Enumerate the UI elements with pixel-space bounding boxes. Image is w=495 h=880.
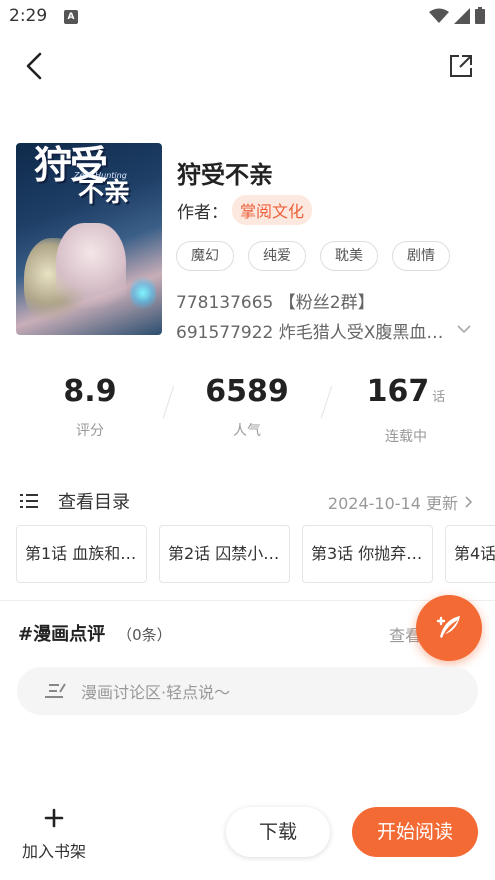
chapter-list: 第1话 血族和猎人 第2话 囚禁小猎人 第3话 你抛弃了我 第4话 [16, 525, 495, 583]
section-divider [0, 600, 495, 601]
chapter-count-stat: 167 话 连载中 [336, 372, 476, 446]
serial-status: 连载中 [385, 429, 427, 445]
rating-value: 8.9 [63, 374, 117, 409]
popularity-value: 6589 [205, 374, 289, 409]
chevron-right-icon [465, 496, 473, 508]
comment-count: （0条） [117, 626, 172, 644]
book-cover[interactable]: 狩受 Zero Hunting 不亲 [16, 143, 162, 335]
tag[interactable]: 魔幻 [176, 241, 234, 271]
tag[interactable]: 耽美 [320, 241, 378, 271]
start-reading-button[interactable]: 开始阅读 [352, 807, 478, 857]
chevron-down-icon[interactable] [455, 320, 473, 338]
chapter-count-unit: 话 [432, 390, 446, 405]
back-button[interactable] [18, 50, 50, 82]
author-row: 作者： 掌阅文化 [177, 195, 313, 225]
chapter-item[interactable]: 第3话 你抛弃了我 [302, 525, 433, 583]
status-bar: 2:29 A [0, 0, 495, 34]
add-to-shelf-label: 加入书架 [21, 842, 86, 861]
author-link[interactable]: 掌阅文化 [232, 195, 313, 225]
feather-pen-icon [436, 616, 460, 638]
cover-figure [56, 223, 126, 323]
cover-butterfly [130, 273, 156, 313]
write-comment-button[interactable] [416, 595, 482, 661]
chapter-item[interactable]: 第1话 血族和猎人 [16, 525, 147, 583]
catalog-row[interactable]: 查看目录 2024-10-14 更新 [20, 488, 476, 514]
wifi-icon [429, 8, 449, 23]
share-button[interactable] [445, 50, 477, 82]
author-label: 作者： [177, 202, 228, 223]
list-icon [20, 494, 38, 508]
plus-icon [44, 808, 64, 828]
chapter-item[interactable]: 第2话 囚禁小猎人 [159, 525, 290, 583]
battery-icon [475, 7, 485, 24]
bottom-bar: 加入书架 下载 开始阅读 [0, 800, 495, 880]
stats-row: 8.9 评分 6589 人气 167 话 连载中 [0, 372, 495, 445]
status-icons [429, 7, 485, 24]
notification-icon: A [64, 10, 78, 24]
rating-stat: 8.9 评分 [20, 372, 160, 440]
tag-list: 魔幻 纯爱 耽美 剧情 [176, 241, 450, 271]
back-arrow-icon [26, 52, 42, 80]
edit-list-icon [45, 683, 66, 698]
share-icon [450, 55, 472, 77]
tag[interactable]: 纯爱 [248, 241, 306, 271]
comment-input[interactable]: 漫画讨论区·轻点说～ [17, 667, 478, 715]
intro-text: 691577922 炸毛猎人受X腹黑血族攻 [176, 323, 446, 343]
rating-label: 评分 [76, 423, 104, 439]
update-date: 2024-10-14 更新 [327, 494, 458, 513]
chapter-count-value: 167 [366, 374, 430, 409]
add-to-shelf-button[interactable]: 加入书架 [16, 808, 92, 862]
update-info: 2024-10-14 更新 [328, 490, 476, 514]
comment-title: #漫画点评 [18, 624, 106, 645]
book-title: 狩受不亲 [177, 161, 273, 189]
chapter-item[interactable]: 第4话 [445, 525, 495, 583]
catalog-label: 查看目录 [58, 492, 130, 513]
comment-placeholder: 漫画讨论区·轻点说～ [81, 683, 231, 702]
status-time: 2:29 [9, 6, 48, 26]
intro-text: 778137665 【粉丝2群】 [176, 293, 375, 313]
signal-icon [454, 7, 470, 24]
popularity-label: 人气 [233, 423, 261, 439]
tag[interactable]: 剧情 [392, 241, 450, 271]
cover-title: 不亲 [78, 178, 131, 208]
popularity-stat: 6589 人气 [177, 372, 317, 440]
download-button[interactable]: 下载 [226, 807, 330, 857]
comment-header: #漫画点评 （0条） [18, 620, 172, 646]
